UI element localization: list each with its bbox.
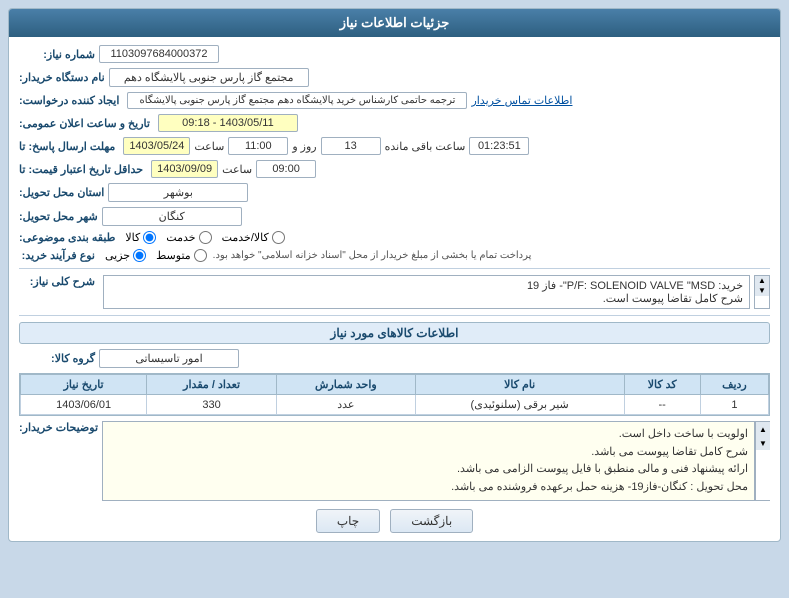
reference-number-label: شماره نیاز: [19,48,99,61]
category-option-service[interactable]: خدمت [166,231,211,244]
purchase-type-note: پرداخت تمام یا بخشی از مبلغ خریدار از مح… [213,250,532,261]
need-description-label: شرح کلی نیاز: [19,275,99,288]
goods-group-label: گروه کالا: [19,352,99,365]
price-deadline-time: 09:00 [256,160,316,178]
header-title-text: جزئیات اطلاعات نیاز [340,15,450,30]
category-option-goods-service[interactable]: کالا/خدمت [222,231,285,244]
note-line: ارائه پیشنهاد فنی و مالی منطبق با فایل پ… [109,461,748,479]
deadline-date: 1403/05/24 [123,137,190,155]
time-label: ساعت [194,140,224,153]
note-line: شرح کامل تقاضا پیوست می باشد. [109,444,748,462]
purchase-type-option-medium[interactable]: متوسط [156,249,207,262]
remaining-time: 01:23:51 [469,137,529,155]
table-cell-name: شیر برقی (سلنوئیدی) [415,395,624,415]
category-radio-group: کالا/خدمت خدمت کالا [125,231,284,244]
description-spinner[interactable]: ▲ ▼ [754,275,770,309]
separator-2 [19,315,770,316]
category-radio-goods-service[interactable] [272,231,285,244]
panel-title: جزئیات اطلاعات نیاز [9,9,780,37]
category-radio-goods[interactable] [143,231,156,244]
spinner-up-btn[interactable]: ▲ [755,276,769,286]
col-header-code: کد کالا [624,375,700,395]
separator-1 [19,268,770,269]
remaining-label: ساعت باقی مانده [385,140,466,153]
back-button[interactable]: بازگشت [390,509,473,533]
buyer-name-value: مجتمع گاز پارس جنوبی پالایشگاه دهم [109,68,309,87]
need-description-purchase: خرید: P/F: SOLENOID VALVE "MSD"- فاز 19 [110,279,743,292]
need-description-note: شرح کامل تقاضا پیوست است. [110,292,743,305]
goods-info-title: اطلاعات کالاهای مورد نیاز [19,322,770,344]
category-label: طبقه بندی موضوعی: [19,231,119,244]
city-value: کنگان [102,207,242,226]
deadline-days: 13 [321,137,381,155]
city-label: شهر محل تحویل: [19,210,102,223]
table-cell-code: -- [624,395,700,415]
category-radio-service[interactable] [199,231,212,244]
spinner-down-btn[interactable]: ▼ [755,286,769,296]
deadline-time: 11:00 [228,137,288,155]
table-cell-row: 1 [700,395,768,415]
col-header-row: ردیف [700,375,768,395]
col-header-quantity: تعداد / مقدار [147,375,277,395]
province-value: بوشهر [108,183,248,202]
price-deadline-label: حداقل تاریخ اعتبار قیمت: تا [19,163,147,176]
price-time-label: ساعت [222,163,252,176]
col-header-date: تاریخ نیاز [21,375,147,395]
table-cell-quantity: 330 [147,395,277,415]
goods-group-value: امور تاسیساتی [99,349,239,368]
creator-contact-link[interactable]: اطلاعات تماس خریدار [471,94,572,107]
purchase-type-label: نوع فرآیند خرید: [19,249,99,262]
purchase-type-radio-group: متوسط جزیی [105,249,207,262]
table-cell-date: 1403/06/01 [21,395,147,415]
table-row: 1--شیر برقی (سلنوئیدی)عدد3301403/06/01 [21,395,769,415]
goods-table: ردیف کد کالا نام کالا واحد شمارش تعداد /… [20,374,769,415]
table-cell-unit: عدد [276,395,415,415]
creator-value: ترجمه حاتمی کارشناس خرید پالایشگاه دهم م… [127,92,467,109]
purchase-type-radio-medium[interactable] [194,249,207,262]
footer-buttons: بازگشت چاپ [19,509,770,533]
buyer-name-label: نام دستگاه خریدار: [19,71,109,84]
reference-number-value: 1103097684000372 [99,45,219,63]
notes-scroll-down[interactable]: ▼ [756,436,770,450]
category-option-goods[interactable]: کالا [125,231,156,244]
province-label: استان محل تحویل: [19,186,108,199]
date-time-value: 1403/05/11 - 09:18 [158,114,298,132]
buyer-notes-content: اولویت با ساخت داخل است.شرح کامل تقاضا پ… [102,421,755,501]
print-button[interactable]: چاپ [316,509,380,533]
days-label: روز و [292,140,316,153]
notes-scroll-up[interactable]: ▲ [756,422,770,436]
send-deadline-label: مهلت ارسال پاسخ: تا [19,140,119,153]
buyer-notes-label: توضیحات خریدار: [19,421,102,434]
creator-label: ایجاد کننده درخواست: [19,94,123,107]
col-header-unit: واحد شمارش [276,375,415,395]
purchase-type-radio-partial[interactable] [133,249,146,262]
col-header-name: نام کالا [415,375,624,395]
note-line: اولویت با ساخت داخل است. [109,426,748,444]
date-time-label: تاریخ و ساعت اعلان عمومی: [19,117,154,130]
price-deadline-date: 1403/09/09 [151,160,218,178]
purchase-type-option-partial[interactable]: جزیی [105,249,146,262]
note-line: محل تحویل : کنگان-فاز19- هزینه حمل برعهد… [109,479,748,497]
goods-table-container: ردیف کد کالا نام کالا واحد شمارش تعداد /… [19,373,770,416]
